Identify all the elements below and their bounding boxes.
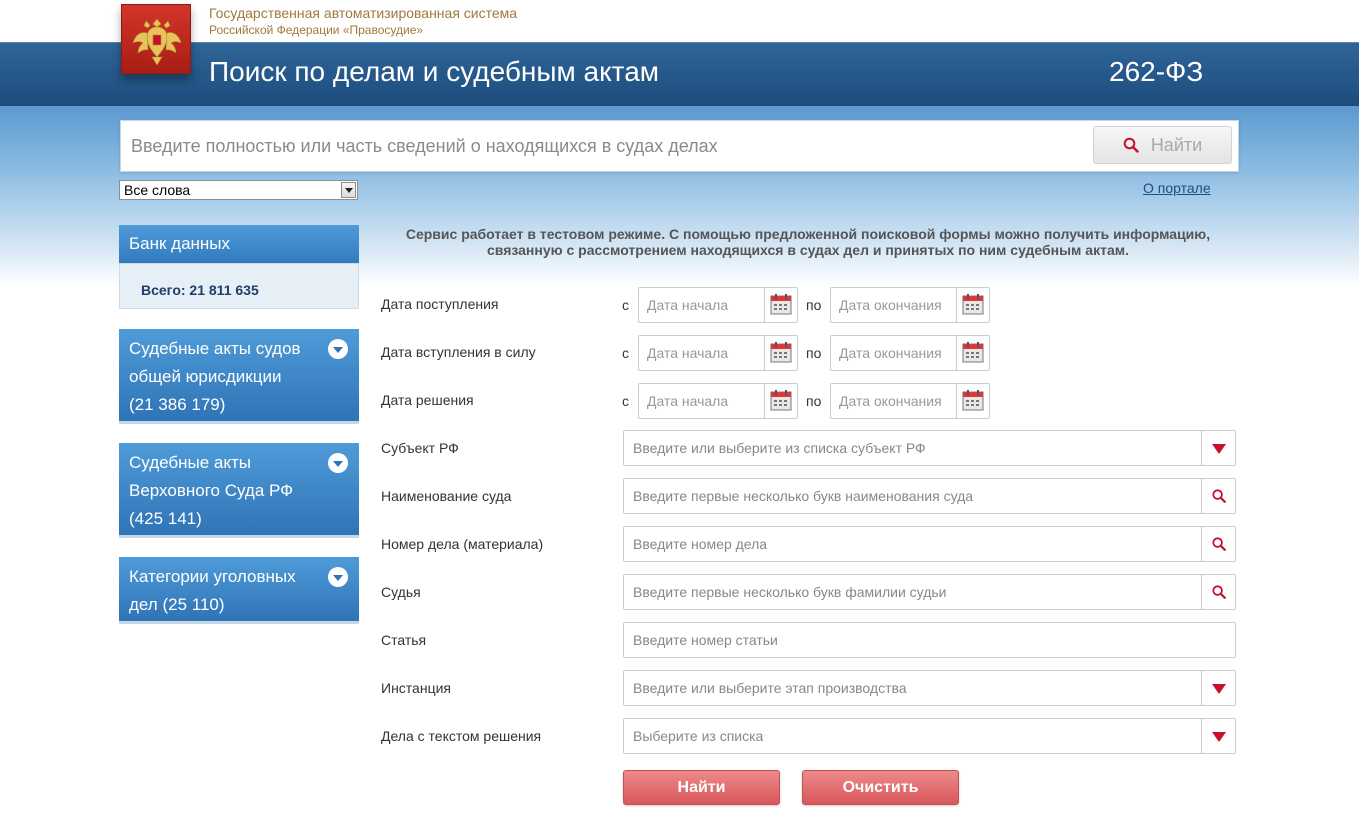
sidebar-card-supreme-court[interactable]: Судебные акты Верховного Суда РФ (425 14…: [119, 443, 359, 538]
sidebar-card-line: Судебные акты судов: [129, 339, 301, 358]
field-label-receipt-date: Дата поступления: [381, 296, 499, 312]
sidebar-card-general-jurisdiction[interactable]: Судебные акты судов общей юрисдикции (21…: [119, 329, 359, 424]
effective-date-start-input[interactable]: [639, 336, 764, 370]
about-portal-link[interactable]: О портале: [1143, 180, 1211, 196]
field-label-article: Статья: [381, 632, 427, 648]
search-button-label: Найти: [1150, 134, 1203, 155]
dropdown-arrow-icon[interactable]: [1201, 671, 1235, 705]
field-label-instance: Инстанция: [381, 680, 451, 696]
notice-line1: Сервис работает в тестовом режиме. С пом…: [405, 226, 1211, 242]
decision-date-start-input[interactable]: [639, 384, 764, 418]
case-number-field[interactable]: [623, 526, 1236, 562]
judge-input[interactable]: [624, 575, 1199, 609]
article-input[interactable]: [624, 623, 1224, 657]
search-input[interactable]: [121, 121, 1081, 171]
sidebar-card-line: Верховного Суда РФ: [129, 481, 294, 500]
data-bank-title: Банк данных: [119, 225, 359, 263]
case-number-input[interactable]: [624, 527, 1199, 561]
sidebar-card-line: общей юрисдикции: [129, 367, 282, 386]
system-name-line1: Государственная автоматизированная систе…: [209, 5, 518, 21]
search-icon[interactable]: [1201, 575, 1235, 609]
instance-input[interactable]: [624, 671, 1199, 705]
law-label: 262-ФЗ: [1109, 56, 1204, 87]
receipt-date-start[interactable]: [638, 287, 798, 323]
judge-field[interactable]: [623, 574, 1236, 610]
calendar-icon[interactable]: [764, 384, 797, 418]
service-notice: Сервис работает в тестовом режиме. С пом…: [381, 226, 1235, 258]
calendar-icon[interactable]: [764, 288, 797, 322]
field-label-decision-date: Дата решения: [381, 392, 474, 408]
system-name-line2: Российской Федерации «Правосудие»: [209, 23, 424, 37]
region-input[interactable]: [624, 431, 1199, 465]
receipt-date-start-input[interactable]: [639, 288, 764, 322]
data-bank-total: Всего: 21 811 635: [119, 263, 359, 309]
dropdown-arrow-icon[interactable]: [1201, 431, 1235, 465]
chevron-down-icon[interactable]: [328, 339, 348, 359]
notice-line2: связанную с рассмотрением находящихся в …: [486, 242, 1129, 258]
decision-date-start[interactable]: [638, 383, 798, 419]
chevron-down-icon[interactable]: [341, 182, 356, 198]
search-icon[interactable]: [1201, 527, 1235, 561]
top-strip: [0, 0, 1359, 42]
clear-button[interactable]: Очистить: [802, 770, 959, 805]
field-label-decision-text: Дела с текстом решения: [381, 728, 542, 744]
to-prefix: по: [806, 345, 822, 361]
search-icon: [1123, 137, 1139, 153]
sidebar-card-line: Категории уголовных: [129, 567, 296, 586]
search-button[interactable]: Найти: [1093, 126, 1232, 164]
sidebar-card-line: Судебные акты: [129, 453, 252, 472]
search-mode-select[interactable]: Все слова: [119, 180, 358, 200]
field-label-effective-date: Дата вступления в силу: [381, 344, 536, 360]
search-icon[interactable]: [1201, 479, 1235, 513]
sidebar-card-count: (425 141): [129, 509, 202, 528]
submit-button[interactable]: Найти: [623, 770, 780, 805]
field-label-court-name: Наименование суда: [381, 488, 512, 504]
calendar-icon[interactable]: [956, 288, 989, 322]
sidebar-card-criminal-categories[interactable]: Категории уголовных дел (25 110): [119, 557, 359, 624]
from-prefix: с: [622, 345, 629, 361]
sidebar-card-count: (21 386 179): [129, 395, 226, 414]
from-prefix: с: [622, 393, 629, 409]
search-mode-value: Все слова: [124, 182, 191, 198]
effective-date-start[interactable]: [638, 335, 798, 371]
decision-date-end-input[interactable]: [831, 384, 956, 418]
dropdown-arrow-icon[interactable]: [1201, 719, 1235, 753]
instance-field[interactable]: [623, 670, 1236, 706]
calendar-icon[interactable]: [764, 336, 797, 370]
chevron-down-icon[interactable]: [328, 567, 348, 587]
to-prefix: по: [806, 297, 822, 313]
article-field[interactable]: [623, 622, 1236, 658]
effective-date-end-input[interactable]: [831, 336, 956, 370]
field-label-judge: Судья: [381, 584, 421, 600]
calendar-icon[interactable]: [956, 336, 989, 370]
field-label-region: Субъект РФ: [381, 440, 459, 456]
page-title: Поиск по делам и судебным актам: [209, 56, 660, 87]
decision-text-field[interactable]: [623, 718, 1236, 754]
decision-text-input[interactable]: [624, 719, 1199, 753]
receipt-date-end-input[interactable]: [831, 288, 956, 322]
decision-date-end[interactable]: [830, 383, 990, 419]
field-label-case-number: Номер дела (материала): [381, 536, 544, 552]
court-name-field[interactable]: [623, 478, 1236, 514]
effective-date-end[interactable]: [830, 335, 990, 371]
to-prefix: по: [806, 393, 822, 409]
coat-of-arms-icon[interactable]: [121, 4, 191, 74]
search-box: Найти: [120, 120, 1239, 172]
receipt-date-end[interactable]: [830, 287, 990, 323]
court-name-input[interactable]: [624, 479, 1199, 513]
calendar-icon[interactable]: [956, 384, 989, 418]
region-field[interactable]: [623, 430, 1236, 466]
chevron-down-icon[interactable]: [328, 453, 348, 473]
from-prefix: с: [622, 297, 629, 313]
sidebar-card-line: дел (25 110): [129, 595, 225, 614]
